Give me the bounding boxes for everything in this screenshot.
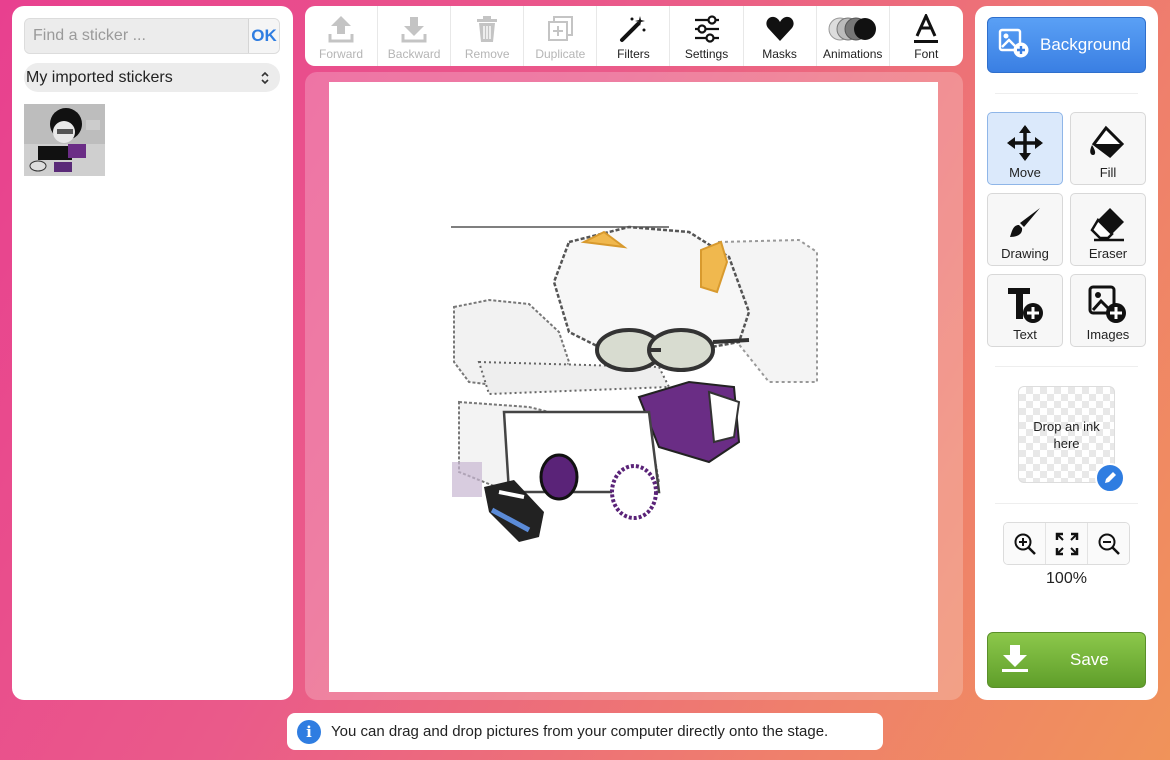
forward-button[interactable]: Forward <box>305 6 379 66</box>
sticker-category-label: My imported stickers <box>26 68 173 86</box>
eraser-tool-button[interactable]: Eraser <box>1070 193 1146 266</box>
duplicate-label: Duplicate <box>535 47 586 61</box>
zoom-controls <box>1003 522 1130 565</box>
masks-label: Masks <box>762 47 797 61</box>
fit-screen-button[interactable] <box>1046 523 1088 564</box>
settings-label: Settings <box>684 47 729 61</box>
zoom-level: 100% <box>1046 570 1087 587</box>
masks-button[interactable]: Masks <box>744 6 817 66</box>
font-button[interactable]: Font <box>890 6 963 66</box>
filters-button[interactable]: Filters <box>597 6 671 66</box>
stage-canvas[interactable] <box>329 82 938 692</box>
animations-label: Animations <box>823 47 883 61</box>
eraser-icon <box>1088 202 1128 246</box>
text-label: Text <box>1013 327 1037 342</box>
text-tool-button[interactable]: Text <box>987 274 1063 347</box>
eraser-label: Eraser <box>1088 246 1128 261</box>
duplicate-icon <box>546 13 574 45</box>
settings-button[interactable]: Settings <box>670 6 744 66</box>
animation-circles-icon <box>828 13 878 45</box>
info-icon: i <box>297 719 321 744</box>
backward-label: Backward <box>387 47 441 61</box>
sticker-panel: OK My imported stickers <box>12 6 293 700</box>
save-button[interactable]: Save <box>987 632 1146 688</box>
trash-icon <box>475 13 499 45</box>
pasted-character-image <box>452 225 818 542</box>
pencil-icon <box>1105 472 1116 483</box>
backward-button[interactable]: Backward <box>378 6 452 66</box>
sliders-icon <box>692 13 722 45</box>
backward-icon <box>400 13 428 45</box>
fill-label: Fill <box>1099 165 1117 180</box>
select-arrows-icon <box>261 71 269 84</box>
zoom-out-icon <box>1098 533 1120 555</box>
imported-sticker-thumbnail[interactable] <box>24 104 105 176</box>
background-button[interactable]: Background <box>987 17 1146 73</box>
object-toolbar: Forward Backward Remove Duplicate Filter… <box>305 6 963 66</box>
add-background-image-icon <box>998 27 1030 64</box>
zoom-out-button[interactable] <box>1088 523 1129 564</box>
animations-button[interactable]: Animations <box>817 6 890 66</box>
sticker-search-input[interactable] <box>25 19 248 53</box>
remove-label: Remove <box>464 47 510 61</box>
font-label: Font <box>914 47 939 61</box>
move-icon <box>1006 121 1044 165</box>
background-label: Background <box>1040 35 1131 54</box>
images-tool-button[interactable]: Images <box>1070 274 1146 347</box>
move-tool-button[interactable]: Move <box>987 112 1063 185</box>
fill-tool-button[interactable]: Fill <box>1070 112 1146 185</box>
save-label: Save <box>1070 650 1109 669</box>
drawing-tool-button[interactable]: Drawing <box>987 193 1063 266</box>
filters-label: Filters <box>617 47 650 61</box>
sticker-category-select[interactable]: My imported stickers <box>24 63 280 92</box>
divider <box>995 366 1138 367</box>
drawing-label: Drawing <box>1001 246 1049 261</box>
remove-button[interactable]: Remove <box>451 6 525 66</box>
tip-text: You can drag and drop pictures from your… <box>331 723 829 740</box>
edit-ink-button[interactable] <box>1095 463 1125 493</box>
zoom-in-icon <box>1014 533 1036 555</box>
duplicate-button[interactable]: Duplicate <box>524 6 598 66</box>
brush-icon <box>1006 202 1044 246</box>
forward-label: Forward <box>319 47 364 61</box>
divider <box>995 503 1138 504</box>
stage-image[interactable] <box>329 82 938 692</box>
images-label: Images <box>1086 327 1130 342</box>
heart-icon <box>765 13 795 45</box>
tools-panel: Background Move Fill Drawing Eraser Text… <box>975 6 1158 700</box>
drag-drop-tip: i You can drag and drop pictures from yo… <box>287 713 883 750</box>
move-label: Move <box>1009 165 1041 180</box>
divider <box>995 93 1138 94</box>
zoom-in-button[interactable] <box>1004 523 1046 564</box>
ink-drop-label: Drop an ink here <box>1033 418 1100 451</box>
search-ok-button[interactable]: OK <box>248 19 279 53</box>
sticker-search: OK <box>24 18 280 54</box>
forward-icon <box>327 13 355 45</box>
add-image-icon <box>1088 283 1128 327</box>
download-icon <box>1000 643 1030 678</box>
add-text-icon <box>1005 283 1045 327</box>
fit-screen-icon <box>1055 532 1078 555</box>
font-icon <box>913 13 939 45</box>
magic-wand-icon <box>618 13 648 45</box>
paint-bucket-icon <box>1088 121 1128 165</box>
